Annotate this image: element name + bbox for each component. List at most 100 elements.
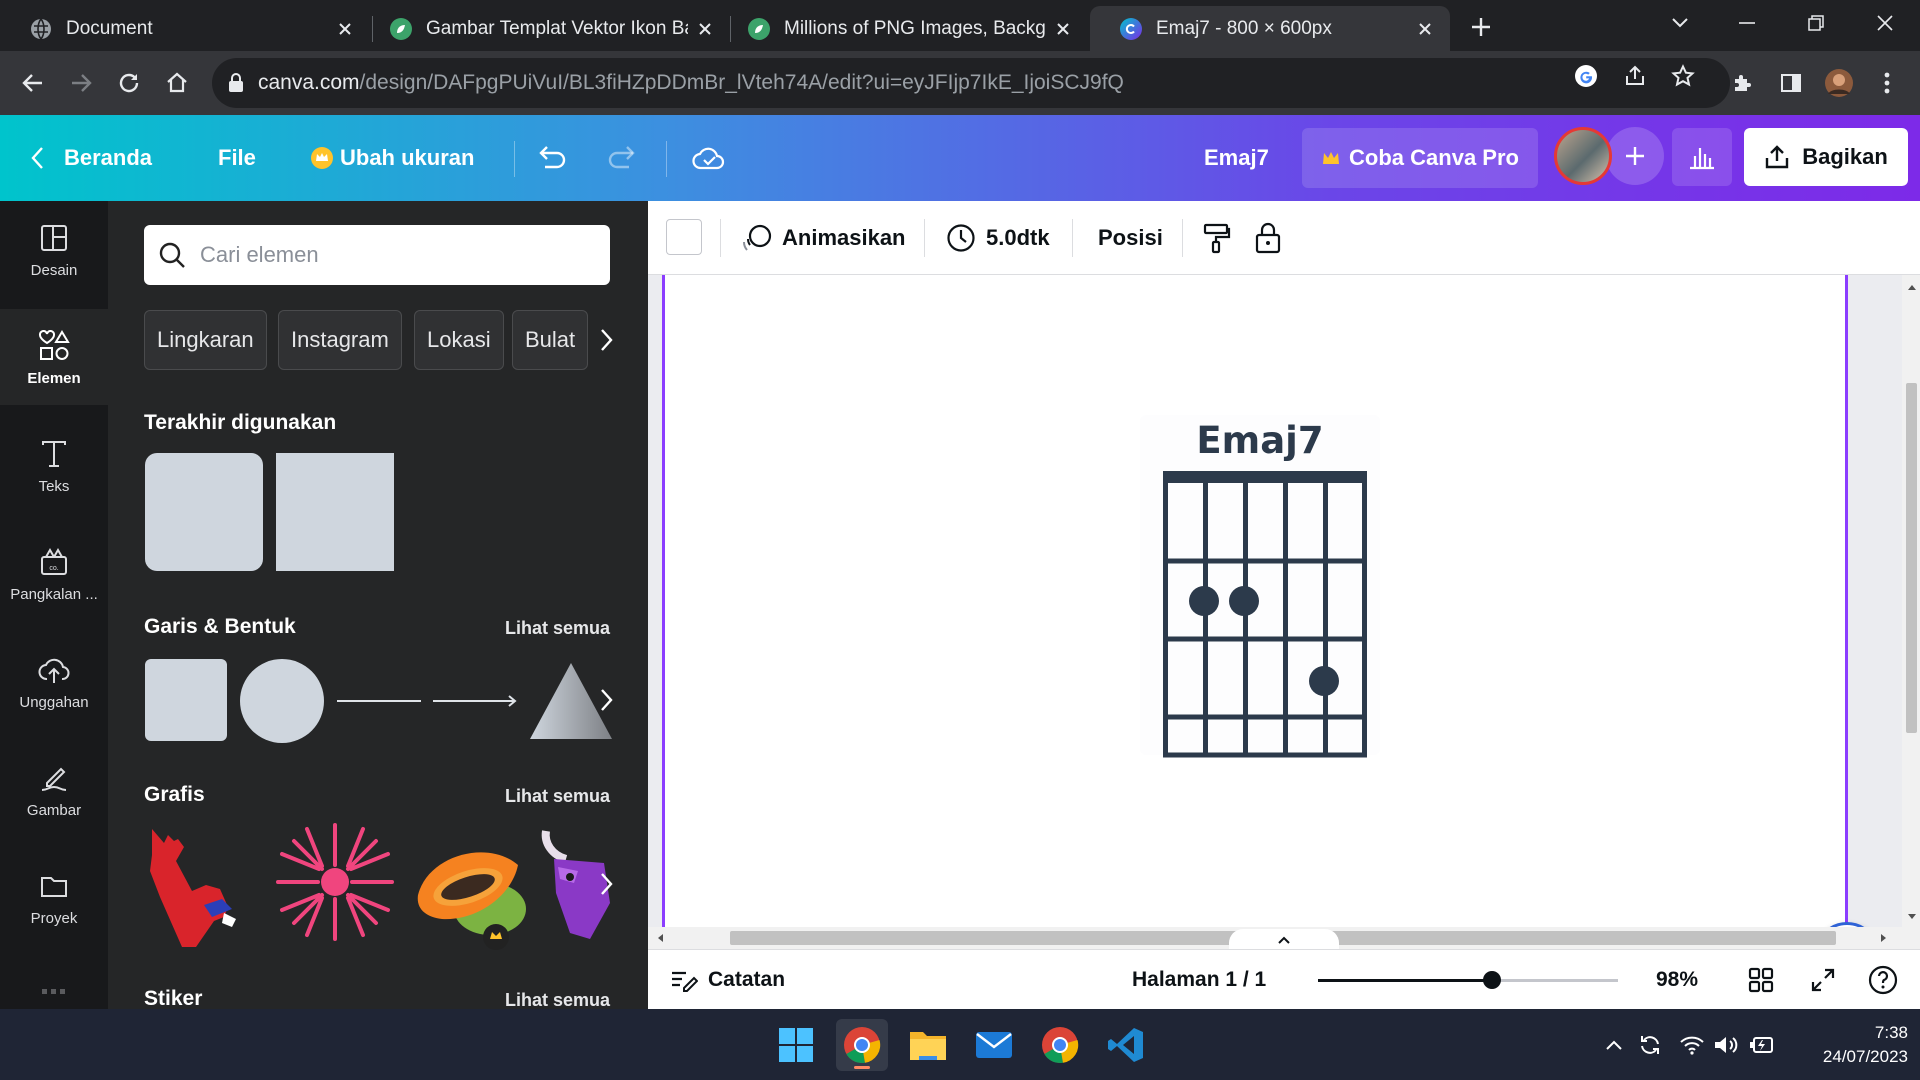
lock-icon[interactable] [228,73,244,93]
avatar[interactable] [1554,127,1612,185]
design-page[interactable]: Emaj7 [662,275,1848,927]
forward-icon[interactable] [64,66,98,100]
scroll-up-icon[interactable] [1907,283,1917,291]
address-bar[interactable]: canva.com/design/DAFpgPUiVuI/BL3fiHZpDDm… [212,58,1730,108]
see-all-stickers-link[interactable]: Lihat semua [505,990,610,1009]
zoom-percentage[interactable]: 98% [1656,950,1698,1010]
restore-icon[interactable] [1796,8,1836,38]
chip-lingkaran[interactable]: Lingkaran [144,310,267,370]
document-title[interactable]: Emaj7 [1204,115,1269,201]
tab-emaj7[interactable]: Emaj7 - 800 × 600px [1090,6,1450,51]
duration-button[interactable]: 5.0dtk [946,201,1050,275]
cloud-saved-icon[interactable] [690,139,728,177]
home-button[interactable]: Beranda [30,115,152,201]
chip-lokasi[interactable]: Lokasi [414,310,504,370]
scroll-left-icon[interactable] [656,933,664,943]
vertical-scroll-thumb[interactable] [1906,383,1917,733]
chip-instagram[interactable]: Instagram [278,310,402,370]
share-page-icon[interactable] [1622,63,1648,89]
share-button[interactable]: Bagikan [1744,128,1908,186]
rail-item-projects[interactable]: Proyek [0,849,108,945]
back-icon[interactable] [16,66,50,100]
background-color-swatch[interactable] [666,219,702,255]
graphic-sunburst[interactable] [274,821,396,943]
reload-icon[interactable] [112,66,146,100]
close-icon[interactable] [694,18,716,40]
close-icon[interactable] [1052,18,1074,40]
chevron-right-icon[interactable] [596,685,616,715]
scroll-right-icon[interactable] [1880,933,1888,943]
volume-icon[interactable] [1712,1031,1740,1059]
browser-menu-icon[interactable] [1870,66,1904,100]
shape-line[interactable] [337,698,421,704]
file-menu[interactable]: File [218,115,256,201]
star-icon[interactable] [1670,63,1696,89]
animate-button[interactable]: Animasikan [742,201,906,275]
tab-gambar-templat[interactable]: Gambar Templat Vektor Ikon Bag [360,6,730,51]
recent-rounded-square[interactable] [145,453,263,571]
tab-search-chevron-icon[interactable] [1660,8,1700,38]
scroll-down-icon[interactable] [1907,913,1917,921]
tab-document[interactable]: Document [0,6,370,51]
copy-style-icon[interactable] [1202,201,1232,275]
zoom-slider-handle[interactable] [1483,971,1501,989]
more-apps-icon[interactable] [42,987,66,997]
page-indicator[interactable]: Halaman 1 / 1 [1132,950,1266,1010]
graphic-papaya[interactable] [408,835,534,951]
chrome-taskbar-icon[interactable] [836,1019,888,1071]
resize-button[interactable]: Ubah ukuran [310,115,474,201]
home-icon[interactable] [160,66,194,100]
tray-overflow-icon[interactable] [1600,1031,1628,1059]
chord-title[interactable]: Emaj7 [1110,419,1410,462]
rail-item-text[interactable]: Teks [0,417,108,513]
undo-icon[interactable] [533,139,571,177]
shape-circle[interactable] [240,659,324,743]
sync-icon[interactable] [1636,1031,1664,1059]
vertical-scrollbar[interactable] [1902,275,1920,927]
vscode-icon[interactable] [1100,1019,1152,1071]
rail-item-draw[interactable]: Gambar [0,741,108,837]
see-all-shapes-link[interactable]: Lihat semua [505,618,610,639]
tab-millions-png[interactable]: Millions of PNG Images, Backgro [718,6,1088,51]
side-panel-icon[interactable] [1774,66,1808,100]
file-explorer-icon[interactable] [902,1019,954,1071]
rail-item-uploads[interactable]: Unggahan [0,633,108,729]
insights-button[interactable] [1672,128,1732,186]
chevron-right-icon[interactable] [596,325,616,355]
close-window-icon[interactable] [1865,8,1905,38]
google-icon[interactable] [1573,63,1599,89]
windows-start-icon[interactable] [770,1019,822,1071]
mail-icon[interactable] [968,1019,1020,1071]
search-box[interactable] [144,225,610,285]
close-icon[interactable] [334,18,356,40]
try-pro-button[interactable]: Coba Canva Pro [1302,128,1538,188]
fullscreen-icon[interactable] [1810,950,1836,1010]
shape-square[interactable] [145,659,227,741]
extensions-icon[interactable] [1726,66,1760,100]
chip-bulat[interactable]: Bulat [512,310,589,370]
shape-arrow-line[interactable] [433,694,519,708]
chord-grid[interactable] [1160,471,1370,821]
minimize-icon[interactable] [1727,8,1767,38]
rail-item-brand[interactable]: co. Pangkalan ... [0,525,108,621]
wifi-icon[interactable] [1678,1031,1706,1059]
add-people-button[interactable] [1606,127,1664,185]
close-icon[interactable] [1414,18,1436,40]
lock-icon[interactable] [1254,201,1282,275]
graphic-rock-hand[interactable] [144,823,250,947]
notes-button[interactable]: Catatan [670,950,785,1010]
position-button[interactable]: Posisi [1098,201,1163,275]
help-icon[interactable] [1868,950,1898,1010]
recent-square[interactable] [276,453,394,571]
grid-view-icon[interactable] [1748,950,1774,1010]
profile-avatar[interactable] [1822,66,1856,100]
rail-item-elements[interactable]: Elemen [0,309,108,405]
see-all-graphics-link[interactable]: Lihat semua [505,786,610,807]
system-clock[interactable]: 7:38 24/07/2023 [1790,1021,1908,1069]
redo-icon[interactable] [603,139,641,177]
chevron-right-icon[interactable] [596,869,616,899]
new-tab-icon[interactable] [1466,12,1496,42]
show-pages-button[interactable] [1229,929,1339,951]
chrome-profile-taskbar-icon[interactable] [1034,1019,1086,1071]
battery-icon[interactable] [1748,1031,1776,1059]
